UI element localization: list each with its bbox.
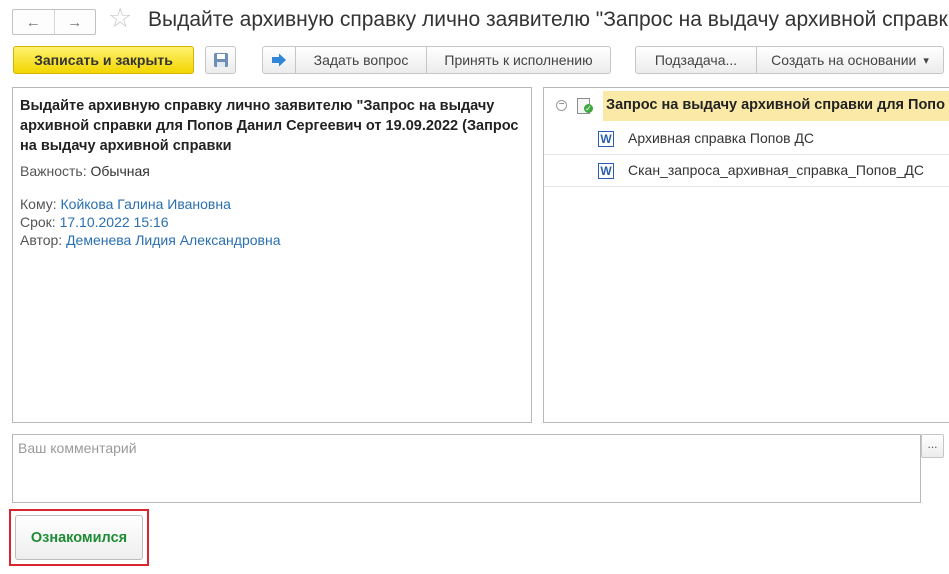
author-label: Автор:: [20, 232, 63, 248]
due-label: Срок:: [20, 214, 56, 230]
task-details-panel: Выдайте архивную справку лично заявителю…: [12, 87, 532, 423]
collapse-icon[interactable]: −: [556, 100, 567, 111]
recipient-label: Кому:: [20, 196, 57, 212]
tree-root-label: Запрос на выдачу архивной справки для По…: [606, 97, 945, 113]
importance-row: Важность: Обычная: [20, 162, 524, 180]
arrow-right-icon: →: [67, 13, 83, 31]
attachments-panel: − ✓ Запрос на выдачу архивной справки дл…: [543, 87, 949, 423]
forward-button[interactable]: →: [53, 10, 96, 34]
back-button[interactable]: ←: [13, 10, 54, 34]
chevron-down-icon: ▾: [923, 54, 929, 67]
comment-placeholder: Ваш комментарий: [18, 440, 137, 456]
attachment-item[interactable]: W Скан_запроса_архивная_справка_Попов_ДС: [544, 155, 949, 187]
importance-value: Обычная: [90, 163, 150, 179]
author-row: Автор: Деменева Лидия Александровна: [20, 231, 524, 249]
attachment-label: Скан_запроса_архивная_справка_Попов_ДС: [628, 162, 924, 178]
recipient-row: Кому: Койкова Галина Ивановна: [20, 195, 524, 213]
due-row: Срок: 17.10.2022 15:16: [20, 213, 524, 231]
attachment-item[interactable]: W Архивная справка Попов ДС: [544, 123, 949, 155]
due-value[interactable]: 17.10.2022 15:16: [60, 214, 169, 230]
arrow-left-icon: ←: [25, 13, 41, 31]
subtask-button[interactable]: Подзадача...: [636, 47, 756, 73]
arrow-right-icon: [272, 53, 286, 67]
ask-question-button[interactable]: Задать вопрос: [295, 47, 426, 73]
importance-label: Важность:: [20, 163, 87, 179]
task-subject: Выдайте архивную справку лично заявителю…: [20, 98, 519, 154]
recipient-link[interactable]: Койкова Галина Ивановна: [61, 196, 231, 212]
checkmark-icon: ✓: [584, 104, 593, 113]
navigation-group: ← →: [12, 9, 96, 35]
create-based-on-button[interactable]: Создать на основании ▾: [756, 47, 943, 73]
floppy-disk-icon: [213, 53, 228, 67]
author-link[interactable]: Деменева Лидия Александровна: [66, 232, 280, 248]
acknowledge-button[interactable]: Ознакомился: [15, 515, 143, 560]
attachment-label: Архивная справка Попов ДС: [628, 130, 815, 146]
tree-root-item[interactable]: − ✓ Запрос на выдачу архивной справки дл…: [544, 91, 949, 121]
save-and-close-button[interactable]: Записать и закрыть: [13, 46, 194, 74]
word-document-icon: W: [598, 163, 614, 179]
favorite-star-icon[interactable]: ☆: [108, 5, 132, 32]
comment-more-button[interactable]: ...: [921, 434, 944, 458]
save-button[interactable]: [205, 46, 236, 74]
comment-input[interactable]: Ваш комментарий: [12, 434, 921, 503]
task-actions-group: Задать вопрос Принять к исполнению: [262, 46, 611, 74]
secondary-actions-group: Подзадача... Создать на основании ▾: [635, 46, 944, 74]
accept-for-execution-button[interactable]: Принять к исполнению: [426, 47, 610, 73]
forward-task-button[interactable]: [263, 47, 295, 73]
window-title: Выдайте архивную справку лично заявителю…: [148, 8, 948, 31]
word-document-icon: W: [598, 131, 614, 147]
create-based-on-label: Создать на основании: [771, 52, 917, 68]
